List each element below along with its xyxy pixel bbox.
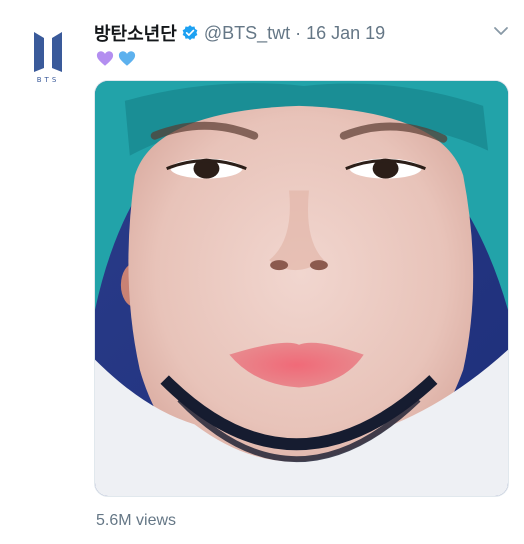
chevron-down-icon[interactable] — [492, 24, 510, 38]
blue-heart-icon — [118, 51, 136, 66]
tweet-date[interactable]: 16 Jan 19 — [306, 23, 385, 44]
handle[interactable]: @BTS_twt — [204, 23, 290, 44]
svg-text:BTS: BTS — [37, 76, 60, 84]
tweet-text — [96, 50, 136, 70]
video-frame-image — [95, 81, 508, 496]
separator-dot: · — [295, 22, 302, 43]
tweet-header: 방탄소년단 @BTS_twt · 16 Jan 19 — [94, 18, 510, 48]
avatar[interactable]: BTS — [24, 28, 72, 84]
tweet-video[interactable] — [94, 80, 509, 497]
tweet[interactable]: BTS 방탄소년단 @BTS_twt · 16 Jan 19 5.6M view… — [0, 0, 524, 544]
display-name[interactable]: 방탄소년단 — [94, 20, 177, 46]
verified-badge-icon — [182, 25, 198, 41]
purple-heart-icon — [96, 51, 114, 66]
view-count: 5.6M views — [96, 512, 177, 529]
bts-logo-icon: BTS — [34, 32, 62, 84]
